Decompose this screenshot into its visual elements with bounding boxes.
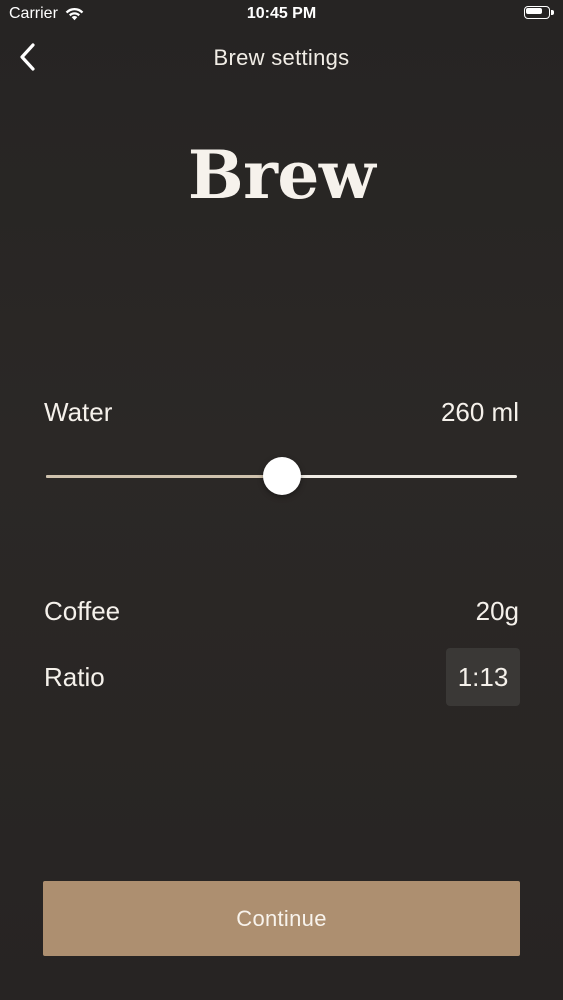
brew-heading: Brew bbox=[187, 136, 376, 214]
water-slider[interactable] bbox=[46, 456, 517, 498]
water-row: Water 260 ml bbox=[44, 394, 519, 430]
status-bar: Carrier 10:45 PM bbox=[0, 0, 563, 30]
coffee-row: Coffee 20g bbox=[44, 592, 519, 630]
ratio-label: Ratio bbox=[44, 661, 105, 692]
battery-icon bbox=[524, 6, 555, 21]
navigation-bar: Brew settings bbox=[0, 38, 563, 76]
battery-tip bbox=[551, 10, 554, 15]
water-value: 260 ml bbox=[440, 396, 519, 427]
nav-title: Brew settings bbox=[213, 45, 350, 70]
continue-button[interactable]: Continue bbox=[43, 881, 520, 956]
ratio-selector[interactable]: 1:13 bbox=[446, 648, 520, 706]
status-time: 10:45 PM bbox=[246, 5, 317, 22]
slider-thumb[interactable] bbox=[262, 457, 301, 495]
water-label: Water bbox=[44, 396, 113, 427]
coffee-value: 20g bbox=[475, 595, 519, 626]
coffee-label: Coffee bbox=[44, 595, 121, 626]
brew-settings-screen: Carrier 10:45 PM Brew settings Brew Wate… bbox=[0, 0, 563, 1000]
battery-level bbox=[526, 8, 543, 14]
ratio-row: Ratio 1:13 bbox=[44, 648, 520, 706]
slider-fill bbox=[46, 475, 282, 478]
